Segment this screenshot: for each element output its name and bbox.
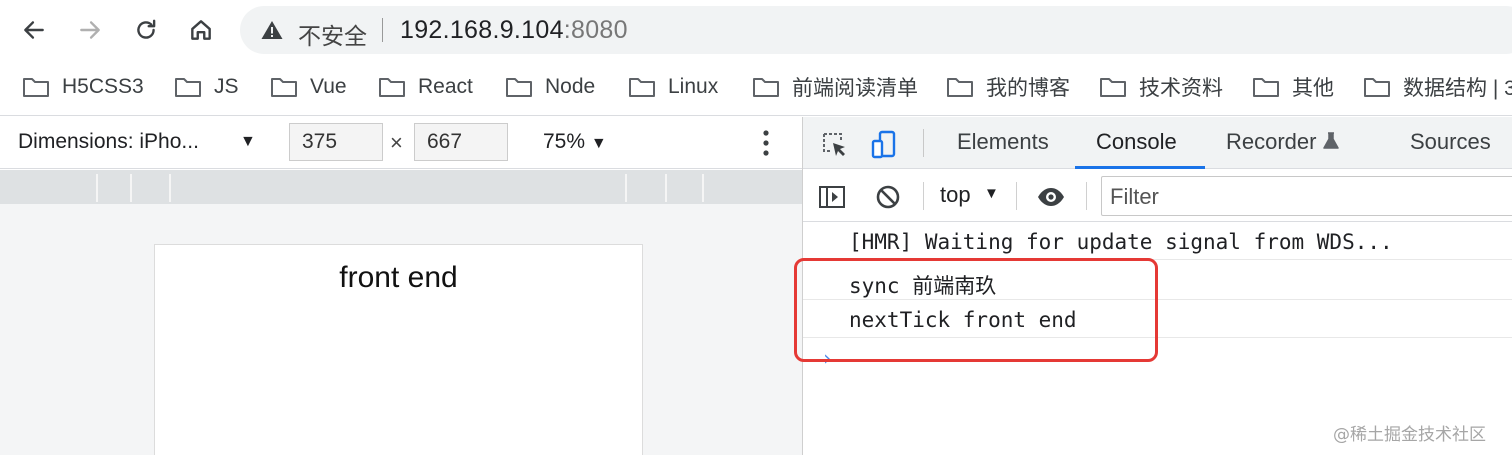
clear-console-icon[interactable]	[873, 182, 903, 212]
context-select[interactable]: top	[940, 182, 971, 208]
home-icon	[191, 20, 211, 40]
bookmark-other[interactable]: 其他	[1252, 72, 1334, 102]
bookmark-label: 我的博客	[986, 77, 1070, 100]
bookmark-react[interactable]: React	[378, 72, 473, 102]
bookmark-label: H5CSS3	[62, 75, 144, 98]
arrow-right-icon	[80, 21, 100, 39]
warning-icon[interactable]	[260, 18, 284, 42]
back-button[interactable]	[16, 12, 52, 48]
tab-recorder[interactable]: Recorder	[1226, 129, 1339, 155]
width-input[interactable]: 375	[289, 123, 383, 161]
url-port: :8080	[563, 16, 628, 44]
bookmark-label: React	[418, 75, 473, 98]
more-options-icon[interactable]	[756, 127, 776, 159]
ruler-tick	[625, 174, 627, 202]
bookmark-blog[interactable]: 我的博客	[946, 72, 1070, 102]
toolbar-separator	[923, 129, 924, 157]
bookmark-label: 数据结构 | 3	[1403, 77, 1512, 100]
folder-icon	[23, 78, 49, 97]
address-bar[interactable]: 不安全 192.168.9.104:8080	[240, 6, 1512, 54]
active-tab-indicator	[1075, 166, 1205, 169]
bookmark-js[interactable]: JS	[174, 72, 239, 102]
media-query-ruler[interactable]	[0, 170, 802, 204]
forward-button[interactable]	[72, 12, 108, 48]
omnibox-separator	[382, 18, 383, 42]
caret-down-icon[interactable]: ▼	[240, 133, 256, 151]
bookmark-node[interactable]: Node	[505, 72, 595, 102]
caret-down-icon: ▼	[590, 135, 607, 152]
bookmark-tech-docs[interactable]: 技术资料	[1099, 72, 1223, 102]
bookmark-vue[interactable]: Vue	[270, 72, 347, 102]
watermark: @稀土掘金技术社区	[1333, 425, 1486, 445]
bookmarks-bar: H5CSS3 JS Vue React Node Linux 前端阅读清单 我的…	[0, 60, 1512, 116]
zoom-select[interactable]: 75% ▼	[543, 130, 607, 154]
bookmark-label: Node	[545, 75, 596, 98]
device-viewport: front end	[0, 204, 802, 455]
device-toolbar: Dimensions: iPho... ▼ 375 × 667 75% ▼	[0, 117, 802, 169]
device-toggle-icon[interactable]	[869, 129, 901, 161]
folder-icon	[947, 78, 973, 97]
devtools-tabbar: Elements Console Recorder Sources	[803, 117, 1512, 169]
flask-icon	[1322, 132, 1339, 149]
bookmark-label: Linux	[668, 75, 719, 98]
tab-console[interactable]: Console	[1096, 129, 1177, 155]
filter-input[interactable]: Filter	[1101, 176, 1512, 216]
bookmark-label: JS	[214, 75, 239, 98]
url-host: 192.168.9.104	[400, 16, 564, 44]
device-screen[interactable]: front end	[154, 244, 643, 455]
folder-icon	[379, 78, 405, 97]
ruler-tick	[665, 174, 667, 202]
folder-icon	[1253, 78, 1279, 97]
folder-icon	[506, 78, 532, 97]
home-button[interactable]	[183, 12, 219, 48]
bookmark-label: 技术资料	[1139, 77, 1223, 100]
ruler-tick	[169, 174, 171, 202]
inspect-element-icon[interactable]	[819, 129, 851, 161]
arrow-left-icon	[24, 21, 44, 39]
bookmark-reading-list[interactable]: 前端阅读清单	[752, 72, 918, 102]
bookmark-linux[interactable]: Linux	[628, 72, 718, 102]
folder-icon	[1100, 78, 1126, 97]
eye-icon[interactable]	[1036, 182, 1066, 212]
console-toolbar: top ▼ Filter	[803, 170, 1512, 222]
reload-icon	[137, 19, 156, 39]
folder-icon	[271, 78, 297, 97]
sidebar-toggle-icon[interactable]	[817, 182, 847, 212]
highlight-annotation	[794, 258, 1158, 362]
page-text: front end	[339, 261, 458, 294]
bookmark-label: 前端阅读清单	[792, 77, 918, 100]
caret-down-icon[interactable]: ▼	[984, 185, 999, 202]
tab-elements[interactable]: Elements	[957, 129, 1049, 155]
folder-icon	[629, 78, 655, 97]
reload-button[interactable]	[128, 12, 164, 48]
console-message: [HMR] Waiting for update signal from WDS…	[803, 222, 1512, 260]
dimensions-select[interactable]: Dimensions: iPho...	[18, 130, 199, 154]
folder-icon	[1364, 78, 1390, 97]
bookmark-data-structures[interactable]: 数据结构 | 3	[1363, 72, 1512, 102]
toolbar-separator	[1086, 182, 1087, 210]
ruler-tick	[130, 174, 132, 202]
height-input[interactable]: 667	[414, 123, 508, 161]
bookmark-label: 其他	[1292, 77, 1334, 100]
bookmark-h5css3[interactable]: H5CSS3	[22, 72, 144, 102]
url-text[interactable]: 192.168.9.104:8080	[400, 16, 628, 45]
ruler-tick	[702, 174, 704, 202]
browser-toolbar: 不安全 192.168.9.104:8080	[0, 0, 1512, 60]
toolbar-separator	[1016, 182, 1017, 210]
bookmark-label: Vue	[310, 75, 347, 98]
folder-icon	[753, 78, 779, 97]
tab-sources[interactable]: Sources	[1410, 129, 1491, 155]
security-label[interactable]: 不安全	[298, 17, 367, 51]
tab-recorder-label: Recorder	[1226, 129, 1317, 154]
dimension-separator: ×	[390, 130, 403, 155]
folder-icon	[175, 78, 201, 97]
zoom-value: 75%	[543, 130, 586, 153]
toolbar-separator	[923, 182, 924, 210]
ruler-tick	[96, 174, 98, 202]
